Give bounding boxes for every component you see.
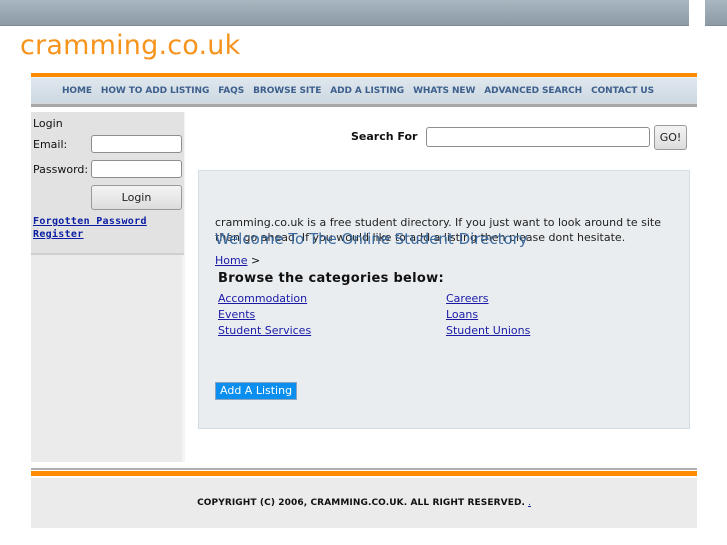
category-loans[interactable]: Loans xyxy=(446,308,478,321)
footer-link[interactable]: . xyxy=(528,498,531,508)
sidebar: Login Email: Password: Login Forgotten P… xyxy=(31,112,185,462)
browse-categories-heading: Browse the categories below: xyxy=(218,271,444,286)
nav-contact-us[interactable]: CONTACT US xyxy=(591,86,654,96)
browser-top-bar xyxy=(0,0,689,26)
footer-divider xyxy=(31,468,697,470)
password-field[interactable] xyxy=(91,160,182,178)
footer-accent-bar xyxy=(31,471,697,476)
breadcrumb: Home > xyxy=(215,254,260,267)
welcome-heading: Welcome To The Online Student Directory xyxy=(215,230,528,248)
breadcrumb-home[interactable]: Home xyxy=(215,254,247,267)
search-label: Search For xyxy=(351,130,418,143)
category-student-unions[interactable]: Student Unions xyxy=(446,324,530,337)
nav-divider xyxy=(31,103,697,107)
category-events[interactable]: Events xyxy=(218,308,255,321)
nav-whats-new[interactable]: WHATS NEW xyxy=(413,86,475,96)
category-accommodation[interactable]: Accommodation xyxy=(218,292,307,305)
category-student-services[interactable]: Student Services xyxy=(218,324,311,337)
register-link[interactable]: Register xyxy=(33,229,84,240)
search-go-button[interactable]: GO! xyxy=(654,125,687,150)
nav-add-a-listing[interactable]: ADD A LISTING xyxy=(330,86,404,96)
email-label: Email: xyxy=(33,138,68,151)
login-button[interactable]: Login xyxy=(91,185,182,210)
nav-faqs[interactable]: FAQS xyxy=(218,86,244,96)
login-title: Login xyxy=(33,117,63,130)
nav-how-to-add-listing[interactable]: HOW TO ADD LISTING xyxy=(101,86,209,96)
forgotten-password-link[interactable]: Forgotten Password xyxy=(33,216,147,227)
site-logo[interactable]: cramming.co.uk xyxy=(20,30,240,61)
add-listing-button[interactable]: Add A Listing xyxy=(215,382,298,400)
footer: COPYRIGHT (C) 2006, CRAMMING.CO.UK. ALL … xyxy=(31,478,697,528)
nav-bar: HOME HOW TO ADD LISTING FAQS BROWSE SITE… xyxy=(31,77,697,103)
search-input[interactable] xyxy=(426,127,650,147)
nav-home[interactable]: HOME xyxy=(62,86,92,96)
breadcrumb-separator: > xyxy=(250,254,261,267)
content-panel: cramming.co.uk is a free student directo… xyxy=(198,170,690,429)
login-box: Login Email: Password: Login Forgotten P… xyxy=(31,112,184,255)
nav-browse-site[interactable]: BROWSE SITE xyxy=(253,86,321,96)
category-careers[interactable]: Careers xyxy=(446,292,489,305)
email-field[interactable] xyxy=(91,135,182,153)
main-nav: HOME HOW TO ADD LISTING FAQS BROWSE SITE… xyxy=(31,73,697,107)
copyright-text: COPYRIGHT (C) 2006, CRAMMING.CO.UK. ALL … xyxy=(197,498,526,508)
browser-top-bar-right xyxy=(705,0,727,26)
password-label: Password: xyxy=(33,163,89,176)
nav-advanced-search[interactable]: ADVANCED SEARCH xyxy=(484,86,582,96)
